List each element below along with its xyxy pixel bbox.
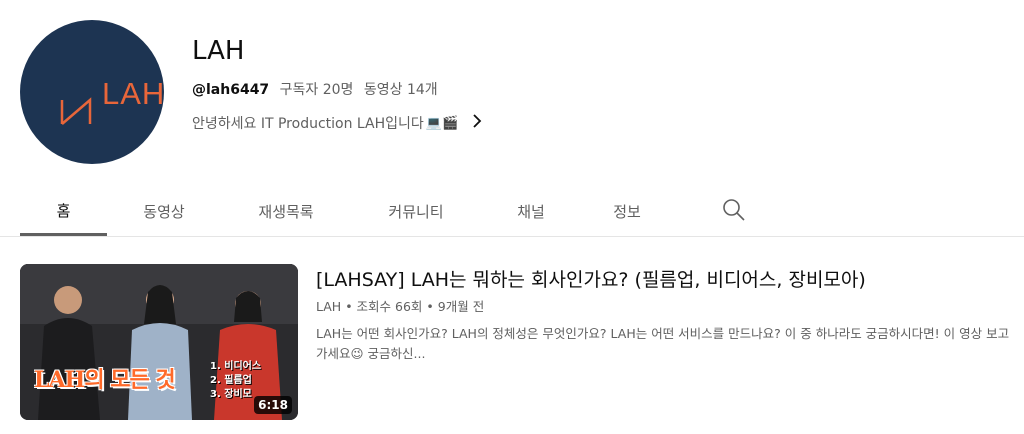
search-icon[interactable] bbox=[721, 197, 747, 223]
video-meta: LAH • 조회수 66회 • 9개월 전 bbox=[316, 296, 484, 315]
video-channel-name[interactable]: LAH bbox=[316, 299, 341, 314]
meta-separator: • bbox=[345, 299, 357, 314]
channel-avatar[interactable]: LAH bbox=[20, 20, 164, 164]
video-count: 동영상 14개 bbox=[363, 82, 438, 98]
tab-channels[interactable]: 채널 bbox=[481, 188, 581, 234]
thumbnail-title: LAH의 모든 것 bbox=[34, 367, 176, 393]
thumbnail-items: 1. 비디어스 2. 필름업 3. 장비모 bbox=[210, 360, 261, 402]
channel-description[interactable]: 안녕하세요 IT Production LAH입니다 💻🎬 bbox=[192, 113, 482, 133]
tabs-divider bbox=[0, 236, 1024, 237]
tab-playlists[interactable]: 재생목록 bbox=[221, 188, 351, 234]
video-duration-badge: 6:18 bbox=[254, 396, 292, 414]
channel-handle: @lah6447 bbox=[192, 82, 270, 98]
subscriber-count: 구독자 20명 bbox=[279, 82, 354, 98]
tab-community[interactable]: 커뮤니티 bbox=[351, 188, 481, 234]
thumbnail-item: 2. 필름업 bbox=[210, 375, 252, 386]
channel-name: LAH bbox=[192, 36, 245, 66]
video-description: LAH는 어떤 회사인가요? LAH의 정체성은 무엇인가요? LAH는 어떤 … bbox=[316, 326, 1010, 361]
video-title[interactable]: [LAHSAY] LAH는 뭐하는 회사인가요? (필름업, 비디어스, 장비모… bbox=[316, 265, 866, 292]
channel-tabs: 홈 동영상 재생목록 커뮤니티 채널 정보 bbox=[20, 188, 673, 236]
thumbnail-item: 1. 비디어스 bbox=[210, 361, 262, 372]
tab-videos[interactable]: 동영상 bbox=[107, 188, 221, 234]
tab-home[interactable]: 홈 bbox=[20, 188, 107, 236]
video-thumbnail[interactable]: LAH의 모든 것 1. 비디어스 2. 필름업 3. 장비모 6:18 bbox=[20, 264, 298, 420]
video-age: 9개월 전 bbox=[437, 299, 485, 314]
channel-meta: @lah6447 구독자 20명 동영상 14개 bbox=[192, 79, 444, 99]
tab-about[interactable]: 정보 bbox=[581, 188, 673, 234]
laptop-clapper-emoji-icon: 💻🎬 bbox=[425, 115, 459, 131]
video-views: 조회수 66회 bbox=[356, 299, 423, 314]
channel-description-text: 안녕하세요 IT Production LAH입니다 bbox=[192, 116, 424, 132]
chevron-right-icon[interactable] bbox=[472, 113, 482, 133]
meta-separator: • bbox=[426, 299, 438, 314]
avatar-logo-text: LAH bbox=[102, 76, 164, 111]
